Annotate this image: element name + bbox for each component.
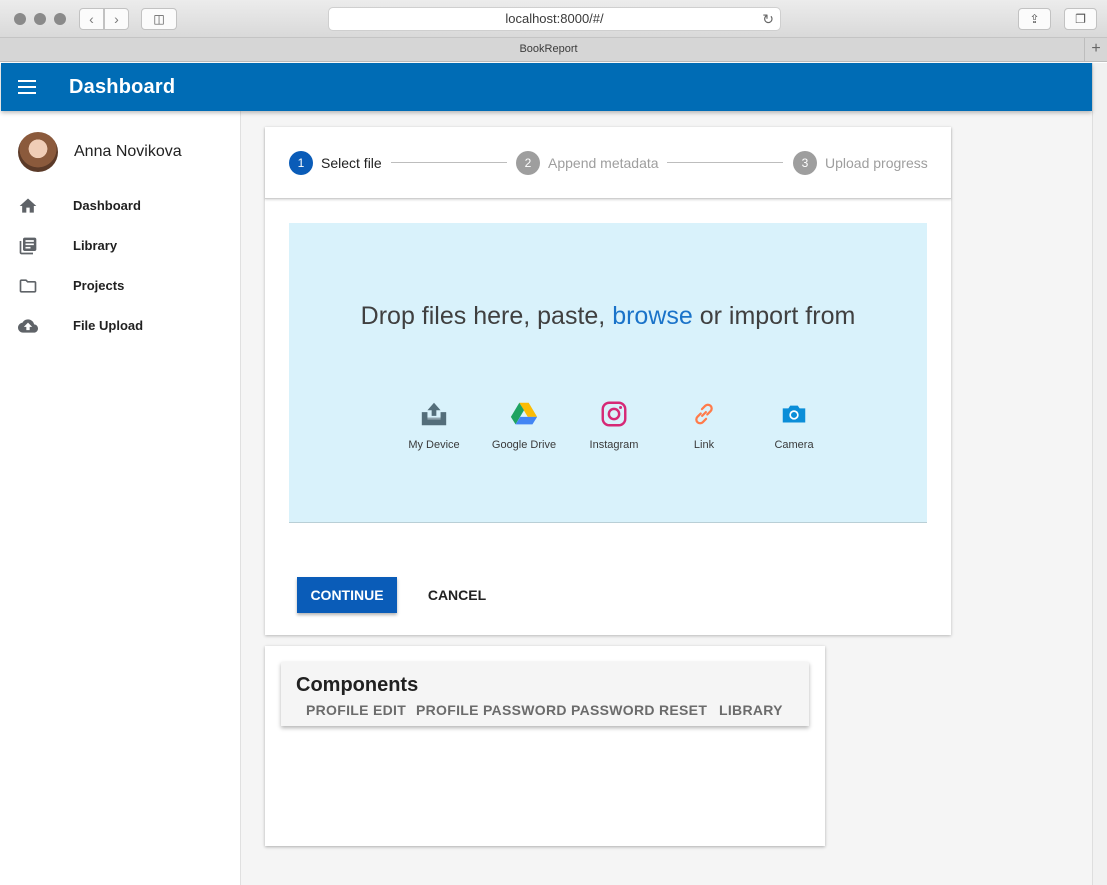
source-link[interactable]: Link: [659, 399, 749, 451]
instagram-icon: [601, 401, 627, 427]
sidebar: Anna Novikova Dashboard Library Projects…: [1, 111, 241, 885]
dropzone-text-after: or import from: [692, 302, 856, 330]
new-tab-icon[interactable]: +: [1084, 38, 1107, 62]
tab-password-reset[interactable]: PASSWORD RESET: [571, 702, 707, 718]
sidebar-item-label: Projects: [73, 278, 125, 293]
sidebar-item-label: Dashboard: [73, 198, 141, 213]
device-upload-icon: [421, 402, 447, 426]
share-icon[interactable]: ⇪: [1018, 8, 1051, 30]
source-label: Link: [693, 439, 715, 451]
sidebar-toggle-icon[interactable]: ◫: [141, 8, 177, 30]
file-dropzone[interactable]: Drop files here, paste, browse or import…: [289, 223, 927, 523]
sidebar-item-library[interactable]: Library: [1, 226, 240, 266]
tab-library[interactable]: LIBRARY: [719, 702, 783, 718]
sidebar-item-label: File Upload: [73, 318, 144, 333]
continue-button[interactable]: CONTINUE: [297, 577, 397, 613]
sidebar-item-dashboard[interactable]: Dashboard: [1, 186, 240, 226]
minimize-window-icon[interactable]: [34, 13, 46, 25]
sidebar-item-label: Library: [73, 238, 118, 253]
step-2-number: 2: [516, 151, 540, 175]
step-3-number: 3: [793, 151, 817, 175]
step-2-label: Append metadata: [548, 155, 659, 171]
source-camera[interactable]: Camera: [749, 399, 839, 451]
step-connector: [391, 162, 507, 163]
step-1-number: 1: [289, 151, 313, 175]
tab-bar: BookReport +: [0, 38, 1107, 62]
upload-card: 1 Select file 2 Append metadata 3 Upload…: [265, 127, 951, 635]
scrollbar[interactable]: [1092, 63, 1107, 885]
google-drive-icon: [510, 402, 538, 425]
folder-icon: [19, 279, 37, 293]
link-icon: [695, 403, 713, 425]
step-connector: [667, 162, 783, 163]
zoom-window-icon[interactable]: [54, 13, 66, 25]
camera-icon: [782, 405, 806, 423]
source-google-drive[interactable]: Google Drive: [479, 399, 569, 451]
sidebar-item-projects[interactable]: Projects: [1, 266, 240, 306]
home-icon: [19, 198, 37, 213]
dropzone-text-before: Drop files here, paste,: [360, 302, 613, 330]
source-label: Google Drive: [491, 439, 557, 451]
cancel-button[interactable]: CANCEL: [417, 577, 497, 613]
url-text: localhost:8000/#/: [505, 11, 604, 26]
user-name: Anna Novikova: [74, 143, 182, 160]
browse-link[interactable]: browse: [612, 302, 693, 330]
components-toolbar: Components PROFILE EDIT PROFILE PASSWORD…: [281, 662, 809, 726]
components-title: Components: [296, 674, 419, 696]
tabs-overview-icon[interactable]: ❐: [1064, 8, 1097, 30]
tab-title[interactable]: BookReport: [0, 43, 1097, 55]
back-icon[interactable]: ‹: [79, 8, 104, 30]
sidebar-item-file-upload[interactable]: File Upload: [1, 306, 240, 346]
source-my-device[interactable]: My Device: [389, 399, 479, 451]
source-label: Camera: [774, 439, 814, 451]
source-instagram[interactable]: Instagram: [569, 399, 659, 451]
menu-icon[interactable]: [18, 80, 36, 94]
step-1-label: Select file: [321, 155, 382, 171]
stepper: 1 Select file 2 Append metadata 3 Upload…: [265, 127, 951, 199]
library-icon: [19, 237, 37, 255]
cloud-upload-icon: [18, 319, 38, 333]
address-bar[interactable]: localhost:8000/#/ ↻: [328, 7, 781, 31]
source-label: Instagram: [589, 439, 639, 451]
reload-icon[interactable]: ↻: [762, 8, 774, 30]
components-card: Components PROFILE EDIT PROFILE PASSWORD…: [265, 646, 825, 846]
page-title: Dashboard: [69, 76, 176, 98]
browser-toolbar: ‹ › ◫ localhost:8000/#/ ↻ ⇪ ❐: [0, 0, 1107, 38]
tab-profile-edit[interactable]: PROFILE EDIT: [306, 702, 406, 718]
source-label: My Device: [408, 439, 460, 451]
dropzone-instructions: Drop files here, paste, browse or import…: [289, 297, 927, 336]
forward-icon[interactable]: ›: [104, 8, 129, 30]
close-window-icon[interactable]: [14, 13, 26, 25]
avatar: [18, 132, 58, 172]
step-3-label: Upload progress: [825, 155, 928, 171]
tab-profile-password[interactable]: PROFILE PASSWORD: [416, 702, 567, 718]
app-bar: Dashboard: [1, 63, 1092, 111]
